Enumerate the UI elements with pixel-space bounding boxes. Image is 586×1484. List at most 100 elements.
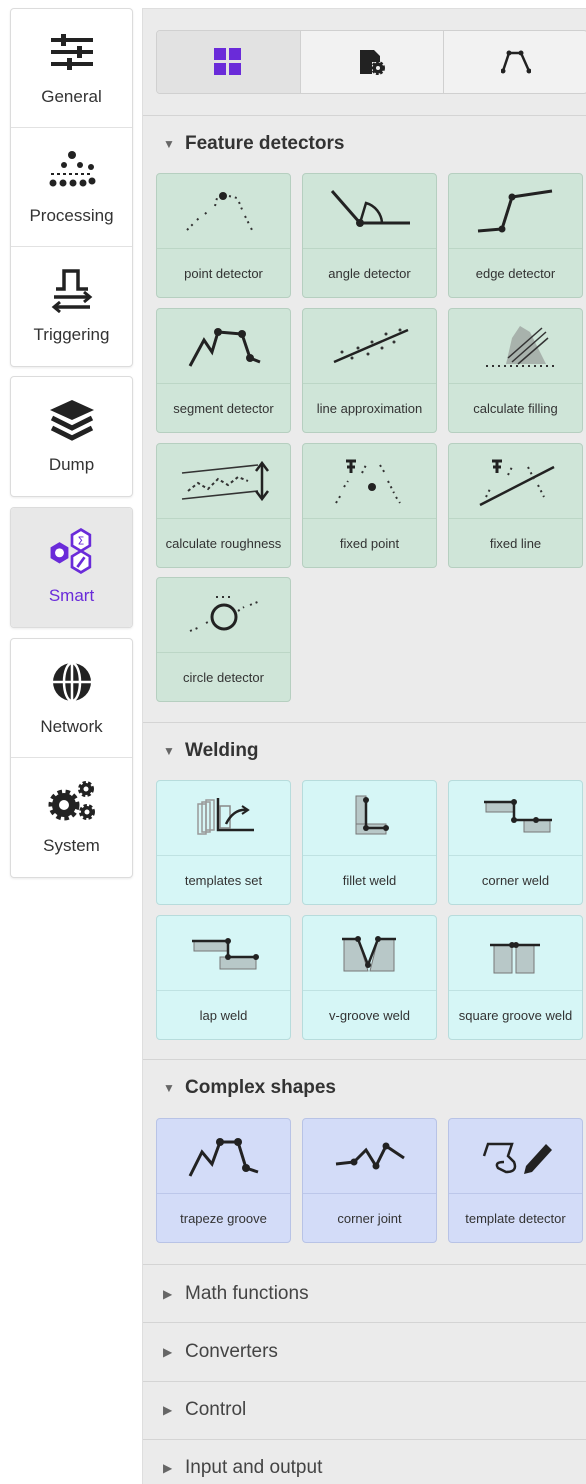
nav-item-network[interactable]: Network: [11, 639, 132, 758]
divider: [143, 1322, 586, 1323]
tile-label: fillet weld: [342, 873, 397, 888]
point-detector-icon: [157, 174, 290, 249]
tile-templates-set[interactable]: templates set: [156, 780, 291, 905]
tile-label: corner weld: [481, 873, 550, 888]
tile-label: edge detector: [475, 266, 556, 281]
settings-file-icon: [358, 48, 386, 76]
profile-icon: [500, 49, 531, 75]
caret-down-icon: ▼: [163, 137, 175, 151]
tile-label: fixed line: [489, 536, 542, 551]
edge-detector-icon: [449, 174, 582, 249]
caret-right-icon: ▶: [163, 1403, 173, 1417]
fixed-point-icon: [303, 444, 436, 519]
calculate-roughness-icon: [157, 444, 290, 519]
section-header-math-functions[interactable]: ▶ Math functions: [163, 1283, 309, 1305]
tile-fillet-weld[interactable]: fillet weld: [302, 780, 437, 905]
tile-lap-weld[interactable]: lap weld: [156, 915, 291, 1040]
fixed-line-icon: [449, 444, 582, 519]
section-header-input-output[interactable]: ▶ Input and output: [163, 1457, 322, 1479]
divider: [143, 115, 586, 116]
nav-group-dump: Dump: [10, 376, 133, 497]
nav-group-system: Network System: [10, 638, 133, 878]
divider: [143, 722, 586, 723]
tile-corner-weld[interactable]: corner weld: [448, 780, 583, 905]
angle-detector-icon: [303, 174, 436, 249]
tile-v-groove-weld[interactable]: v-groove weld: [302, 915, 437, 1040]
grid-icon: [214, 48, 242, 76]
section-header-welding[interactable]: ▼ Welding: [163, 740, 259, 762]
tile-fixed-point[interactable]: fixed point: [302, 443, 437, 568]
tile-corner-joint[interactable]: corner joint: [302, 1118, 437, 1243]
globe-icon: [47, 657, 97, 707]
square-groove-weld-icon: [449, 916, 582, 991]
tile-label: square groove weld: [458, 1008, 573, 1023]
nav-item-dump[interactable]: Dump: [11, 377, 132, 496]
svg-text:Σ: Σ: [77, 535, 84, 548]
tile-label: point detector: [184, 266, 263, 281]
nav-item-processing[interactable]: Processing: [11, 128, 132, 247]
nav-item-smart[interactable]: Σ Smart: [11, 508, 132, 627]
nav-item-triggering[interactable]: Triggering: [11, 247, 132, 366]
nav-label-general: General: [41, 87, 102, 106]
tile-circle-detector[interactable]: circle detector: [156, 577, 291, 702]
tile-fixed-line[interactable]: fixed line: [448, 443, 583, 568]
tile-angle-detector[interactable]: angle detector: [302, 173, 437, 298]
mode-tabs: [156, 30, 586, 94]
section-header-control[interactable]: ▶ Control: [163, 1399, 246, 1421]
gears-icon: [47, 776, 97, 826]
templates-set-icon: [157, 781, 290, 856]
section-title: Math functions: [185, 1283, 309, 1304]
tile-label: template detector: [465, 1211, 566, 1226]
tile-template-detector[interactable]: template detector: [448, 1118, 583, 1243]
tile-label: fixed point: [339, 536, 400, 551]
lap-weld-icon: [157, 916, 290, 991]
nav-label-triggering: Triggering: [33, 325, 110, 344]
tile-point-detector[interactable]: point detector: [156, 173, 291, 298]
tile-square-groove-weld[interactable]: square groove weld: [448, 915, 583, 1040]
fillet-weld-icon: [303, 781, 436, 856]
tab-profile[interactable]: [444, 31, 586, 93]
tile-calculate-filling[interactable]: calculate filling: [448, 308, 583, 433]
section-title: Welding: [185, 740, 259, 761]
nav-label-processing: Processing: [29, 206, 114, 225]
tile-label: lap weld: [199, 1008, 248, 1023]
corner-weld-icon: [449, 781, 582, 856]
tile-label: corner joint: [337, 1211, 402, 1226]
section-title: Feature detectors: [185, 133, 345, 154]
template-detector-icon: [449, 1119, 582, 1194]
caret-right-icon: ▶: [163, 1345, 173, 1359]
line-approximation-icon: [303, 309, 436, 384]
processing-dots-icon: [47, 146, 97, 196]
tile-label: line approximation: [316, 401, 423, 416]
section-header-complex-shapes[interactable]: ▼ Complex shapes: [163, 1077, 336, 1099]
caret-down-icon: ▼: [163, 1081, 175, 1095]
tab-blocks[interactable]: [157, 31, 301, 93]
tile-label: calculate filling: [473, 401, 558, 416]
nav-item-system[interactable]: System: [11, 758, 132, 877]
tile-calculate-roughness[interactable]: calculate roughness: [156, 443, 291, 568]
segment-detector-icon: [157, 309, 290, 384]
section-title: Complex shapes: [185, 1077, 336, 1098]
tile-label: segment detector: [173, 401, 274, 416]
circle-detector-icon: [157, 578, 290, 653]
blocks-panel: ▼ Feature detectors point detector angle…: [142, 8, 586, 1484]
tile-label: v-groove weld: [329, 1008, 410, 1023]
tile-trapeze-groove[interactable]: trapeze groove: [156, 1118, 291, 1243]
tile-segment-detector[interactable]: segment detector: [156, 308, 291, 433]
section-header-converters[interactable]: ▶ Converters: [163, 1341, 278, 1363]
nav-label-dump: Dump: [48, 455, 95, 474]
section-header-feature-detectors[interactable]: ▼ Feature detectors: [163, 133, 344, 155]
smart-hexagons-icon: Σ: [47, 526, 97, 576]
tab-settings-file[interactable]: [301, 31, 445, 93]
tile-label: circle detector: [183, 670, 264, 685]
tile-line-approximation[interactable]: line approximation: [302, 308, 437, 433]
tile-edge-detector[interactable]: edge detector: [448, 173, 583, 298]
sliders-icon: [47, 27, 97, 77]
caret-right-icon: ▶: [163, 1461, 173, 1475]
divider: [143, 1439, 586, 1440]
section-title: Converters: [185, 1341, 278, 1362]
nav-item-general[interactable]: General: [11, 9, 132, 128]
divider: [143, 1381, 586, 1382]
divider: [143, 1264, 586, 1265]
corner-joint-icon: [303, 1119, 436, 1194]
